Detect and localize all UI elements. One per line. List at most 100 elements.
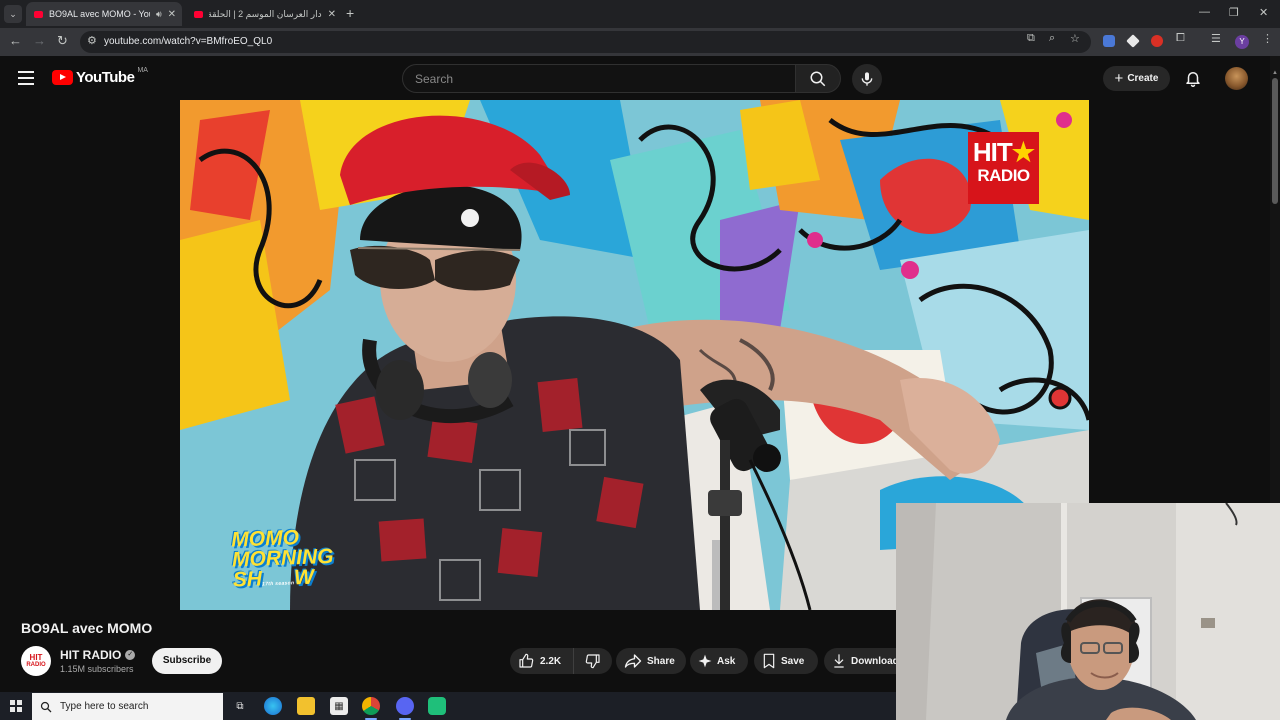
search-input[interactable] — [403, 65, 795, 92]
youtube-wordmark: YouTube — [76, 69, 135, 86]
subscribe-button[interactable]: Subscribe — [152, 648, 222, 674]
search-icon — [810, 71, 826, 87]
webcam-overlay — [896, 503, 1280, 720]
voice-search-button[interactable] — [852, 64, 882, 94]
browser-tab-strip: ⌄ BO9AL avec MOMO - YouTube 🔊︎ ✕ دار الع… — [0, 0, 1280, 28]
new-tab-button[interactable]: + — [346, 5, 354, 21]
show-badge-line3a: SH — [232, 567, 263, 592]
reload-icon[interactable]: ↻ — [57, 33, 68, 49]
edge-browser-icon[interactable] — [264, 697, 282, 715]
thumbs-down-icon — [585, 653, 601, 669]
browser-menu-icon[interactable]: ⋮ — [1262, 32, 1273, 45]
youtube-logo[interactable]: YouTube MA — [52, 67, 148, 86]
webcam-frame — [896, 503, 1280, 720]
close-window-button[interactable]: ✕ — [1259, 6, 1268, 19]
youtube-favicon-icon — [34, 10, 43, 18]
channel-avatar-line1: HIT — [29, 652, 43, 662]
scroll-up-arrow-icon[interactable]: ▲ — [1272, 70, 1278, 76]
tab-close-icon[interactable]: ✕ — [328, 9, 336, 20]
restore-window-button[interactable]: ❐ — [1229, 6, 1239, 19]
overlay-logo-hit: HIT — [972, 137, 1013, 167]
discord-app-icon[interactable] — [396, 697, 414, 720]
like-button[interactable]: 2.2K — [510, 648, 574, 674]
thumbs-up-icon — [518, 653, 534, 669]
file-explorer-icon[interactable] — [297, 697, 315, 715]
youtube-play-icon — [52, 70, 73, 85]
plus-icon: + — [1114, 70, 1124, 87]
star-icon: ★ — [1011, 137, 1035, 167]
taskbar-search-input[interactable] — [60, 701, 210, 712]
youtube-masthead: YouTube MA + Create — [0, 56, 1270, 100]
ask-button[interactable]: Ask — [690, 648, 748, 674]
reading-list-icon[interactable]: ☰ — [1211, 32, 1221, 45]
guide-menu-icon[interactable] — [18, 71, 34, 85]
task-view-icon[interactable]: ⧉ — [231, 697, 249, 715]
extension-red-icon[interactable] — [1151, 35, 1163, 47]
verified-check-icon: ✓ — [125, 650, 136, 660]
taskbar-search-box[interactable] — [32, 693, 223, 720]
taskbar-app-icon[interactable] — [428, 697, 446, 715]
ask-label: Ask — [717, 655, 736, 667]
download-icon — [832, 653, 846, 669]
like-dislike-group: 2.2K — [510, 648, 612, 674]
create-label: Create — [1127, 73, 1159, 84]
browser-toolbar: ← → ↻ ⚙︎ youtube.com/watch?v=BMfroEO_QL0… — [0, 28, 1280, 56]
windows-start-icon[interactable] — [10, 700, 22, 712]
tab-search-button[interactable]: ⌄ — [4, 5, 22, 23]
notifications-bell-icon[interactable] — [1184, 69, 1202, 92]
share-button[interactable]: Share — [616, 648, 686, 674]
show-badge-line3b: W — [293, 565, 315, 590]
extension-diamond-icon[interactable] — [1126, 34, 1140, 48]
create-button[interactable]: + Create — [1103, 66, 1170, 91]
download-button[interactable]: Download — [824, 648, 896, 674]
tab-dar-el-arssan[interactable]: دار العرسان الموسم 2 | الحلقة 20 ✕ — [186, 2, 342, 26]
back-arrow-icon[interactable]: ← — [9, 33, 22, 49]
scrollbar-thumb[interactable] — [1272, 78, 1278, 204]
momo-morning-show-badge: MOMO MORNING SH17th seasonW — [231, 526, 375, 591]
youtube-favicon-icon — [194, 10, 203, 18]
site-info-icon[interactable]: ⚙︎ — [87, 34, 97, 47]
channel-avatar-line2: RADIO — [26, 661, 46, 668]
like-count: 2.2K — [540, 655, 562, 667]
show-badge-season: 17th season — [261, 580, 295, 588]
address-bar[interactable]: ⚙︎ youtube.com/watch?v=BMfroEO_QL0 — [80, 31, 1091, 53]
share-label: Share — [647, 655, 675, 667]
address-url[interactable]: youtube.com/watch?v=BMfroEO_QL0 — [104, 36, 272, 47]
browser-profile-avatar[interactable]: Y — [1235, 35, 1249, 49]
channel-avatar[interactable]: HIT RADIO — [21, 646, 51, 676]
chrome-browser-icon[interactable] — [362, 697, 380, 720]
windows-taskbar: ⧉ ▦ — [0, 692, 896, 720]
dislike-button[interactable] — [574, 648, 612, 674]
search-icon — [40, 701, 52, 712]
tab-youtube-video[interactable]: BO9AL avec MOMO - YouTube 🔊︎ ✕ — [26, 2, 182, 26]
save-label: Save — [781, 655, 805, 667]
account-avatar[interactable] — [1225, 67, 1248, 90]
share-arrow-icon — [624, 653, 642, 669]
channel-name-link[interactable]: HIT RADIO ✓ — [60, 648, 136, 662]
bookmark-star-icon[interactable]: ☆ — [1070, 32, 1080, 45]
zoom-icon[interactable]: ⌕ — [1049, 32, 1055, 45]
bookmark-icon — [762, 653, 776, 669]
extensions-puzzle-icon[interactable]: ⧠ — [1176, 32, 1185, 45]
overlay-logo-radio: RADIO — [977, 166, 1030, 185]
tab-audio-icon[interactable]: 🔊︎ — [156, 9, 162, 20]
tab-title: BO9AL avec MOMO - YouTube — [49, 9, 150, 19]
search-button[interactable] — [795, 64, 841, 93]
translate-extension-icon[interactable] — [1103, 35, 1115, 47]
channel-name: HIT RADIO — [60, 648, 122, 662]
save-button[interactable]: Save — [754, 648, 818, 674]
search-box[interactable] — [402, 64, 796, 93]
country-code: MA — [137, 67, 148, 74]
forward-arrow-icon[interactable]: → — [33, 33, 46, 49]
sparkle-icon — [698, 654, 712, 668]
subscriber-count: 1.15M subscribers — [60, 664, 134, 674]
hit-radio-overlay-logo: HIT★ RADIO — [968, 132, 1039, 204]
download-label: Download — [851, 655, 896, 667]
minimize-window-button[interactable]: — — [1199, 6, 1210, 18]
video-title: BO9AL avec MOMO — [21, 620, 153, 636]
microsoft-store-icon[interactable]: ▦ — [330, 697, 348, 715]
tab-close-icon[interactable]: ✕ — [168, 9, 176, 20]
install-app-icon[interactable]: ⧉ — [1027, 32, 1035, 45]
tab-title: دار العرسان الموسم 2 | الحلقة 20 — [209, 8, 322, 19]
microphone-icon — [861, 72, 873, 86]
